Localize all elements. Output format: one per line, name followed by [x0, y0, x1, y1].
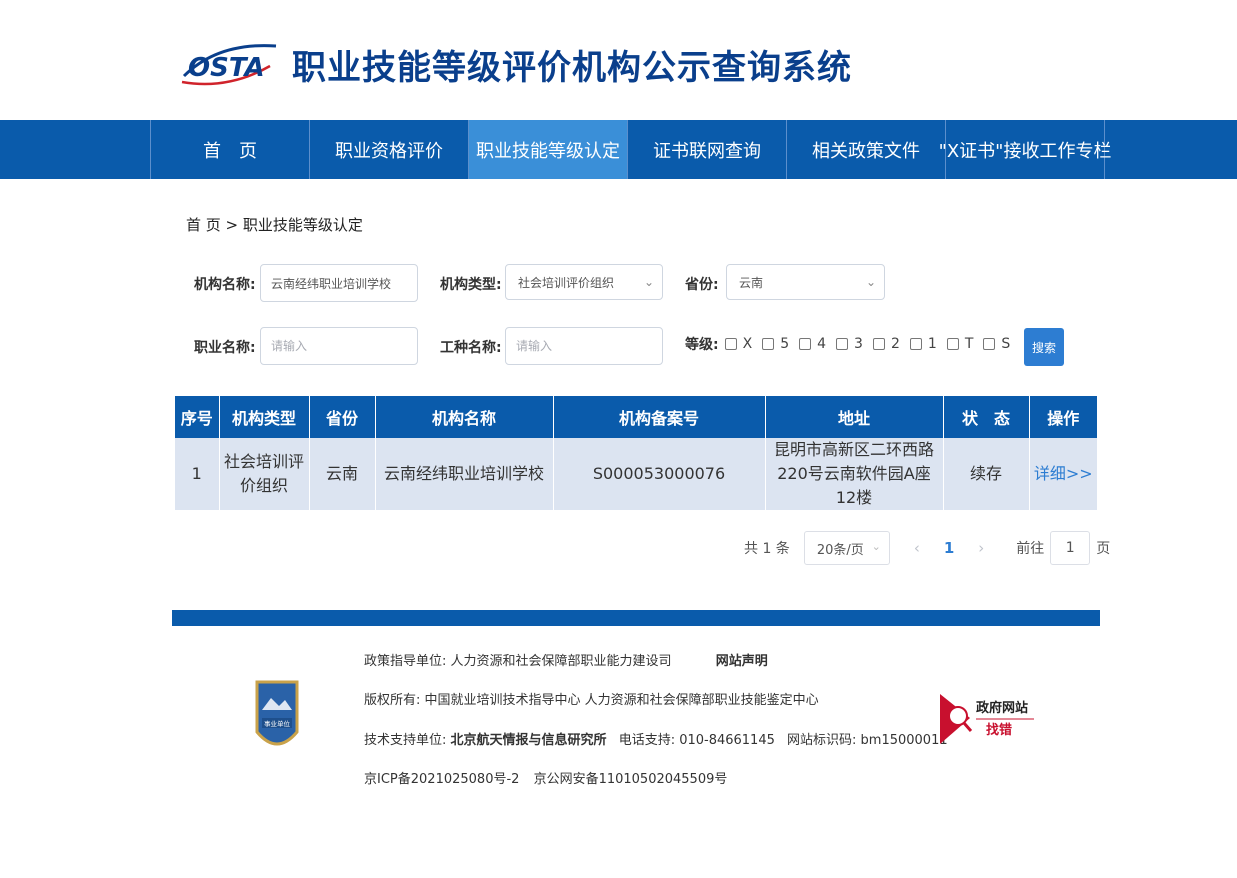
- search-button[interactable]: 搜索: [1024, 328, 1064, 366]
- osta-logo[interactable]: OSTA: [178, 36, 280, 90]
- checkbox[interactable]: [799, 338, 812, 350]
- col-header-address: 地址: [765, 396, 944, 438]
- cell-action: 详细>>: [1029, 438, 1097, 510]
- nav-x-certificate-column[interactable]: "X证书"接收工作专栏: [939, 120, 1111, 179]
- org-name-input[interactable]: [260, 264, 418, 302]
- level-filter: 等级: X 5 4 3 2 1 T S: [685, 334, 1020, 354]
- nav-skill-level-recognition[interactable]: 职业技能等级认定: [469, 120, 628, 179]
- icp-link[interactable]: 京ICP备2021025080号-2: [364, 772, 519, 787]
- cell-status: 续存: [943, 438, 1030, 510]
- svg-text:OSTA: OSTA: [188, 53, 265, 83]
- page-number-1[interactable]: 1: [944, 539, 954, 557]
- chevron-down-icon: ⌄: [871, 540, 881, 553]
- trade-label: 工种名称:: [440, 340, 502, 356]
- goto-suffix: 页: [1096, 541, 1111, 557]
- detail-link[interactable]: 详细>>: [1034, 464, 1093, 483]
- province-value: 云南: [739, 275, 764, 290]
- svg-text:事业单位: 事业单位: [264, 719, 291, 728]
- province-label: 省份:: [685, 277, 719, 293]
- footer-policy-line: 政策指导单位: 人力资源和社会保障部职业能力建设司 网站声明: [364, 654, 768, 669]
- chevron-down-icon: ⌄: [643, 275, 654, 289]
- checkbox[interactable]: [872, 338, 885, 350]
- main-nav: 首 页 职业资格评价 职业技能等级认定 证书联网查询 相关政策文件 "X证书"接…: [0, 120, 1237, 179]
- occupation-input[interactable]: [260, 327, 418, 365]
- footer-tech-line: 技术支持单位: 北京航天情报与信息研究所 电话支持: 010-84661145 …: [364, 733, 948, 748]
- trade-input[interactable]: [505, 327, 663, 365]
- gov-site-error-report-badge[interactable]: 政府网站 找错: [938, 688, 1038, 748]
- nav-home[interactable]: 首 页: [151, 120, 310, 179]
- col-header-status: 状 态: [943, 396, 1030, 438]
- level-option-x[interactable]: X: [724, 336, 752, 352]
- checkbox[interactable]: [836, 338, 849, 350]
- cell-record-no: S000053000076: [553, 438, 766, 510]
- checkbox[interactable]: [724, 338, 737, 350]
- site-header: OSTA 职业技能等级评价机构公示查询系统: [0, 0, 1237, 120]
- col-header-index: 序号: [175, 396, 220, 438]
- level-option-s[interactable]: S: [983, 336, 1010, 352]
- level-option-2[interactable]: 2: [872, 336, 900, 352]
- col-header-action: 操作: [1029, 396, 1097, 438]
- goto-page-input[interactable]: [1050, 531, 1091, 565]
- results-table: 序号 机构类型 省份 机构名称 机构备案号 地址 状 态 操作 1 社会培训评价…: [175, 396, 1097, 510]
- prev-page-button[interactable]: ‹: [914, 539, 920, 557]
- pagination-total: 共 1 条: [744, 541, 790, 557]
- org-type-label: 机构类型:: [440, 277, 502, 293]
- cell-address: 昆明市高新区二环西路220号云南软件园A座12楼: [765, 438, 944, 510]
- nav-policy-documents[interactable]: 相关政策文件: [787, 120, 946, 179]
- level-option-1[interactable]: 1: [909, 336, 937, 352]
- svg-text:找错: 找错: [986, 722, 1012, 738]
- footer-divider: [172, 610, 1100, 626]
- checkbox[interactable]: [983, 338, 996, 350]
- org-name-label: 机构名称:: [194, 277, 256, 293]
- table-header-row: 序号 机构类型 省份 机构名称 机构备案号 地址 状 态 操作: [175, 396, 1097, 438]
- pagination: 共 1 条 20条/页 ⌄ ‹ 1 › 前往 页: [744, 530, 1110, 566]
- level-option-t[interactable]: T: [946, 336, 973, 352]
- page-size-select[interactable]: 20条/页 ⌄: [803, 531, 890, 565]
- footer-icp-line: 京ICP备2021025080号-2 京公网安备11010502045509号: [364, 768, 727, 787]
- public-institution-badge[interactable]: 事业单位: [254, 676, 300, 758]
- org-type-select[interactable]: 社会培训评价组织 ⌄: [505, 264, 663, 300]
- goto-prefix: 前往: [1016, 541, 1045, 557]
- cell-org-type: 社会培训评价组织: [219, 438, 310, 510]
- col-header-province: 省份: [309, 396, 376, 438]
- table-row: 1 社会培训评价组织 云南 云南经纬职业培训学校 S000053000076 昆…: [175, 438, 1097, 510]
- org-type-value: 社会培训评价组织: [518, 275, 615, 290]
- cell-org-name: 云南经纬职业培训学校: [375, 438, 554, 510]
- col-header-record-no: 机构备案号: [553, 396, 766, 438]
- checkbox[interactable]: [946, 338, 959, 350]
- level-label: 等级:: [685, 337, 719, 353]
- nav-certificate-query[interactable]: 证书联网查询: [628, 120, 787, 179]
- col-header-org-type: 机构类型: [219, 396, 310, 438]
- checkbox[interactable]: [909, 338, 922, 350]
- next-page-button[interactable]: ›: [978, 539, 984, 557]
- site-statement-link[interactable]: 网站声明: [716, 654, 768, 669]
- col-header-org-name: 机构名称: [375, 396, 554, 438]
- svg-text:政府网站: 政府网站: [976, 700, 1028, 716]
- cell-province: 云南: [309, 438, 376, 510]
- checkbox[interactable]: [762, 338, 775, 350]
- chevron-down-icon: ⌄: [865, 275, 876, 289]
- level-option-4[interactable]: 4: [799, 336, 826, 352]
- nav-qualification-evaluation[interactable]: 职业资格评价: [310, 120, 469, 179]
- level-option-3[interactable]: 3: [836, 336, 863, 352]
- province-select[interactable]: 云南 ⌄: [726, 264, 885, 300]
- footer-copyright: 版权所有: 中国就业培训技术指导中心 人力资源和社会保障部职业技能鉴定中心: [364, 693, 819, 708]
- cell-index: 1: [175, 438, 220, 510]
- breadcrumb: 首 页 > 职业技能等级认定: [186, 216, 363, 234]
- site-title: 职业技能等级评价机构公示查询系统: [292, 48, 852, 88]
- level-option-5[interactable]: 5: [762, 336, 789, 352]
- occupation-label: 职业名称:: [194, 340, 256, 356]
- police-record-link[interactable]: 京公网安备11010502045509号: [534, 772, 728, 787]
